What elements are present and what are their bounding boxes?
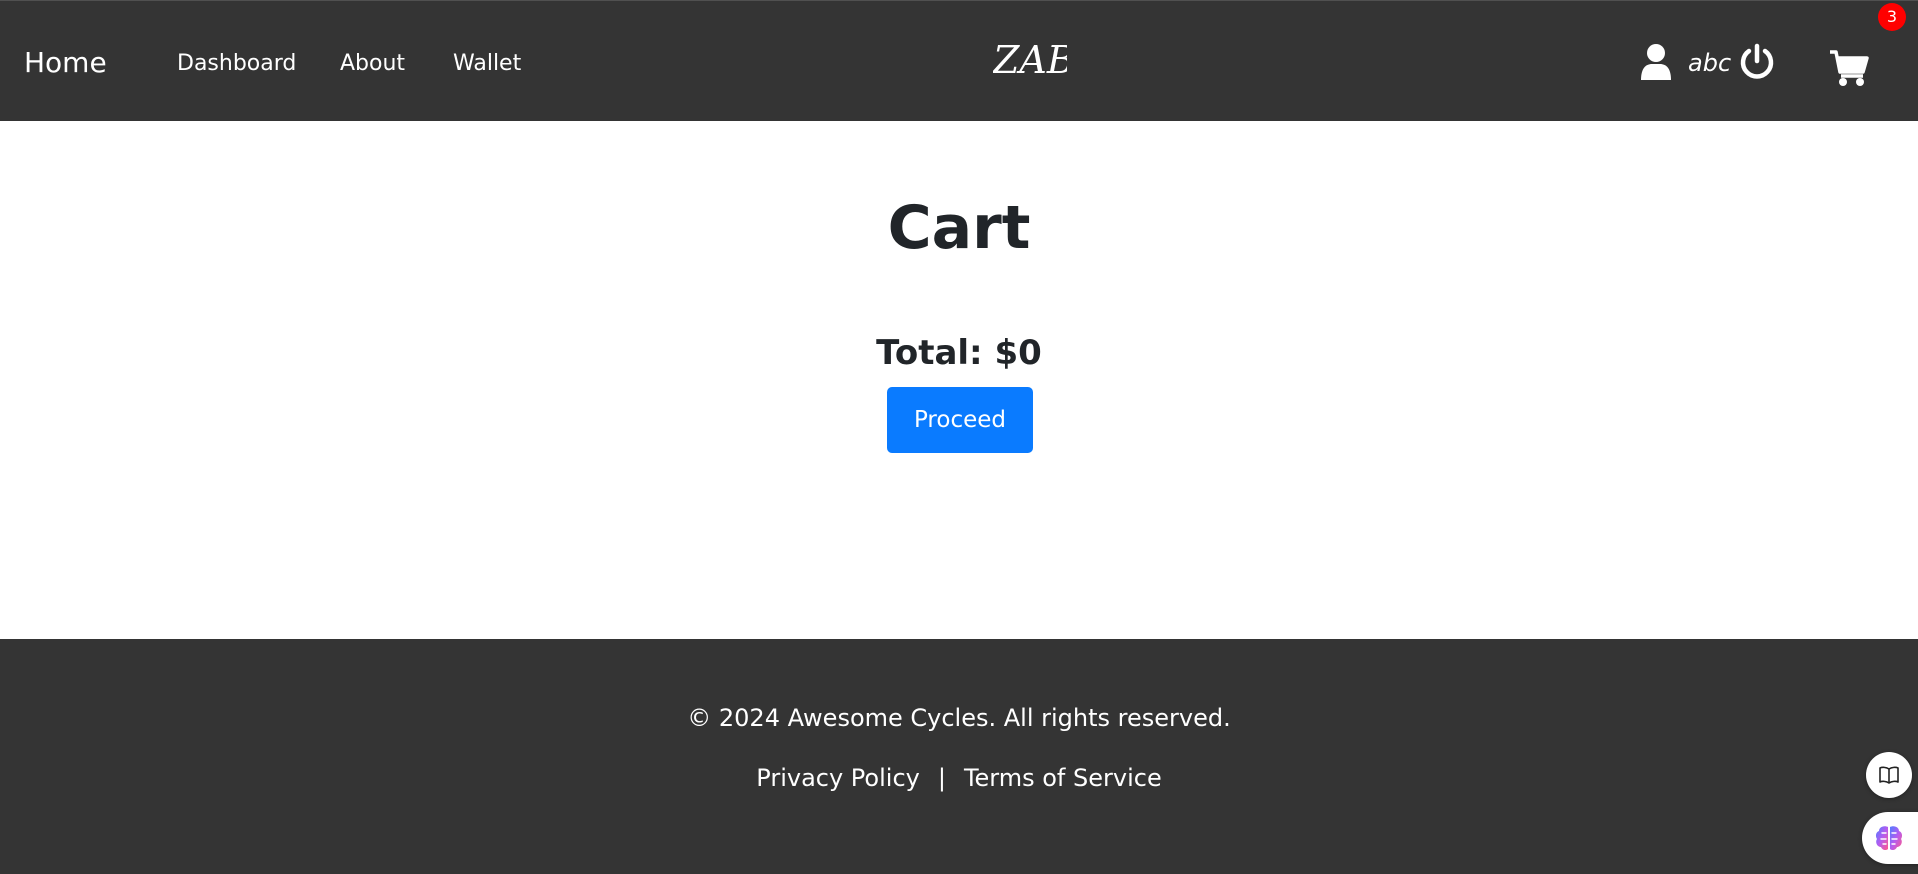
cart-page: Cart Total: $0 Proceed [0,121,1918,639]
cart-total: Total: $0 [876,333,1042,373]
assistant-widget-button[interactable] [1862,812,1918,864]
nav-dashboard-link[interactable]: Dashboard [177,50,296,78]
shopping-cart-icon[interactable] [1829,49,1869,87]
privacy-policy-link[interactable]: Privacy Policy [756,764,920,792]
user-icon [1641,44,1671,80]
proceed-button[interactable]: Proceed [887,387,1033,453]
copyright-text: © 2024 Awesome Cycles. All rights reserv… [687,704,1231,732]
footer: © 2024 Awesome Cycles. All rights reserv… [0,639,1918,874]
brain-icon [1875,826,1903,851]
nav-wallet-link[interactable]: Wallet [453,50,521,78]
brand-logo[interactable]: ZAB [993,41,1067,81]
username-label: abc [1688,49,1732,77]
page-title: Cart [887,193,1031,263]
book-open-icon [1879,766,1899,784]
terms-of-service-link[interactable]: Terms of Service [964,764,1162,792]
footer-links: Privacy Policy | Terms of Service [0,763,1918,793]
nav-about-link[interactable]: About [340,50,405,78]
footer-separator: | [937,764,946,792]
nav-home-link[interactable]: Home [24,46,107,80]
svg-text:ZAB: ZAB [993,41,1067,81]
power-icon[interactable] [1738,43,1776,81]
reader-widget-button[interactable] [1866,752,1912,798]
cart-count-badge: 3 [1878,3,1906,31]
navbar: Home Dashboard About Wallet ZAB abc 3 [0,0,1918,121]
